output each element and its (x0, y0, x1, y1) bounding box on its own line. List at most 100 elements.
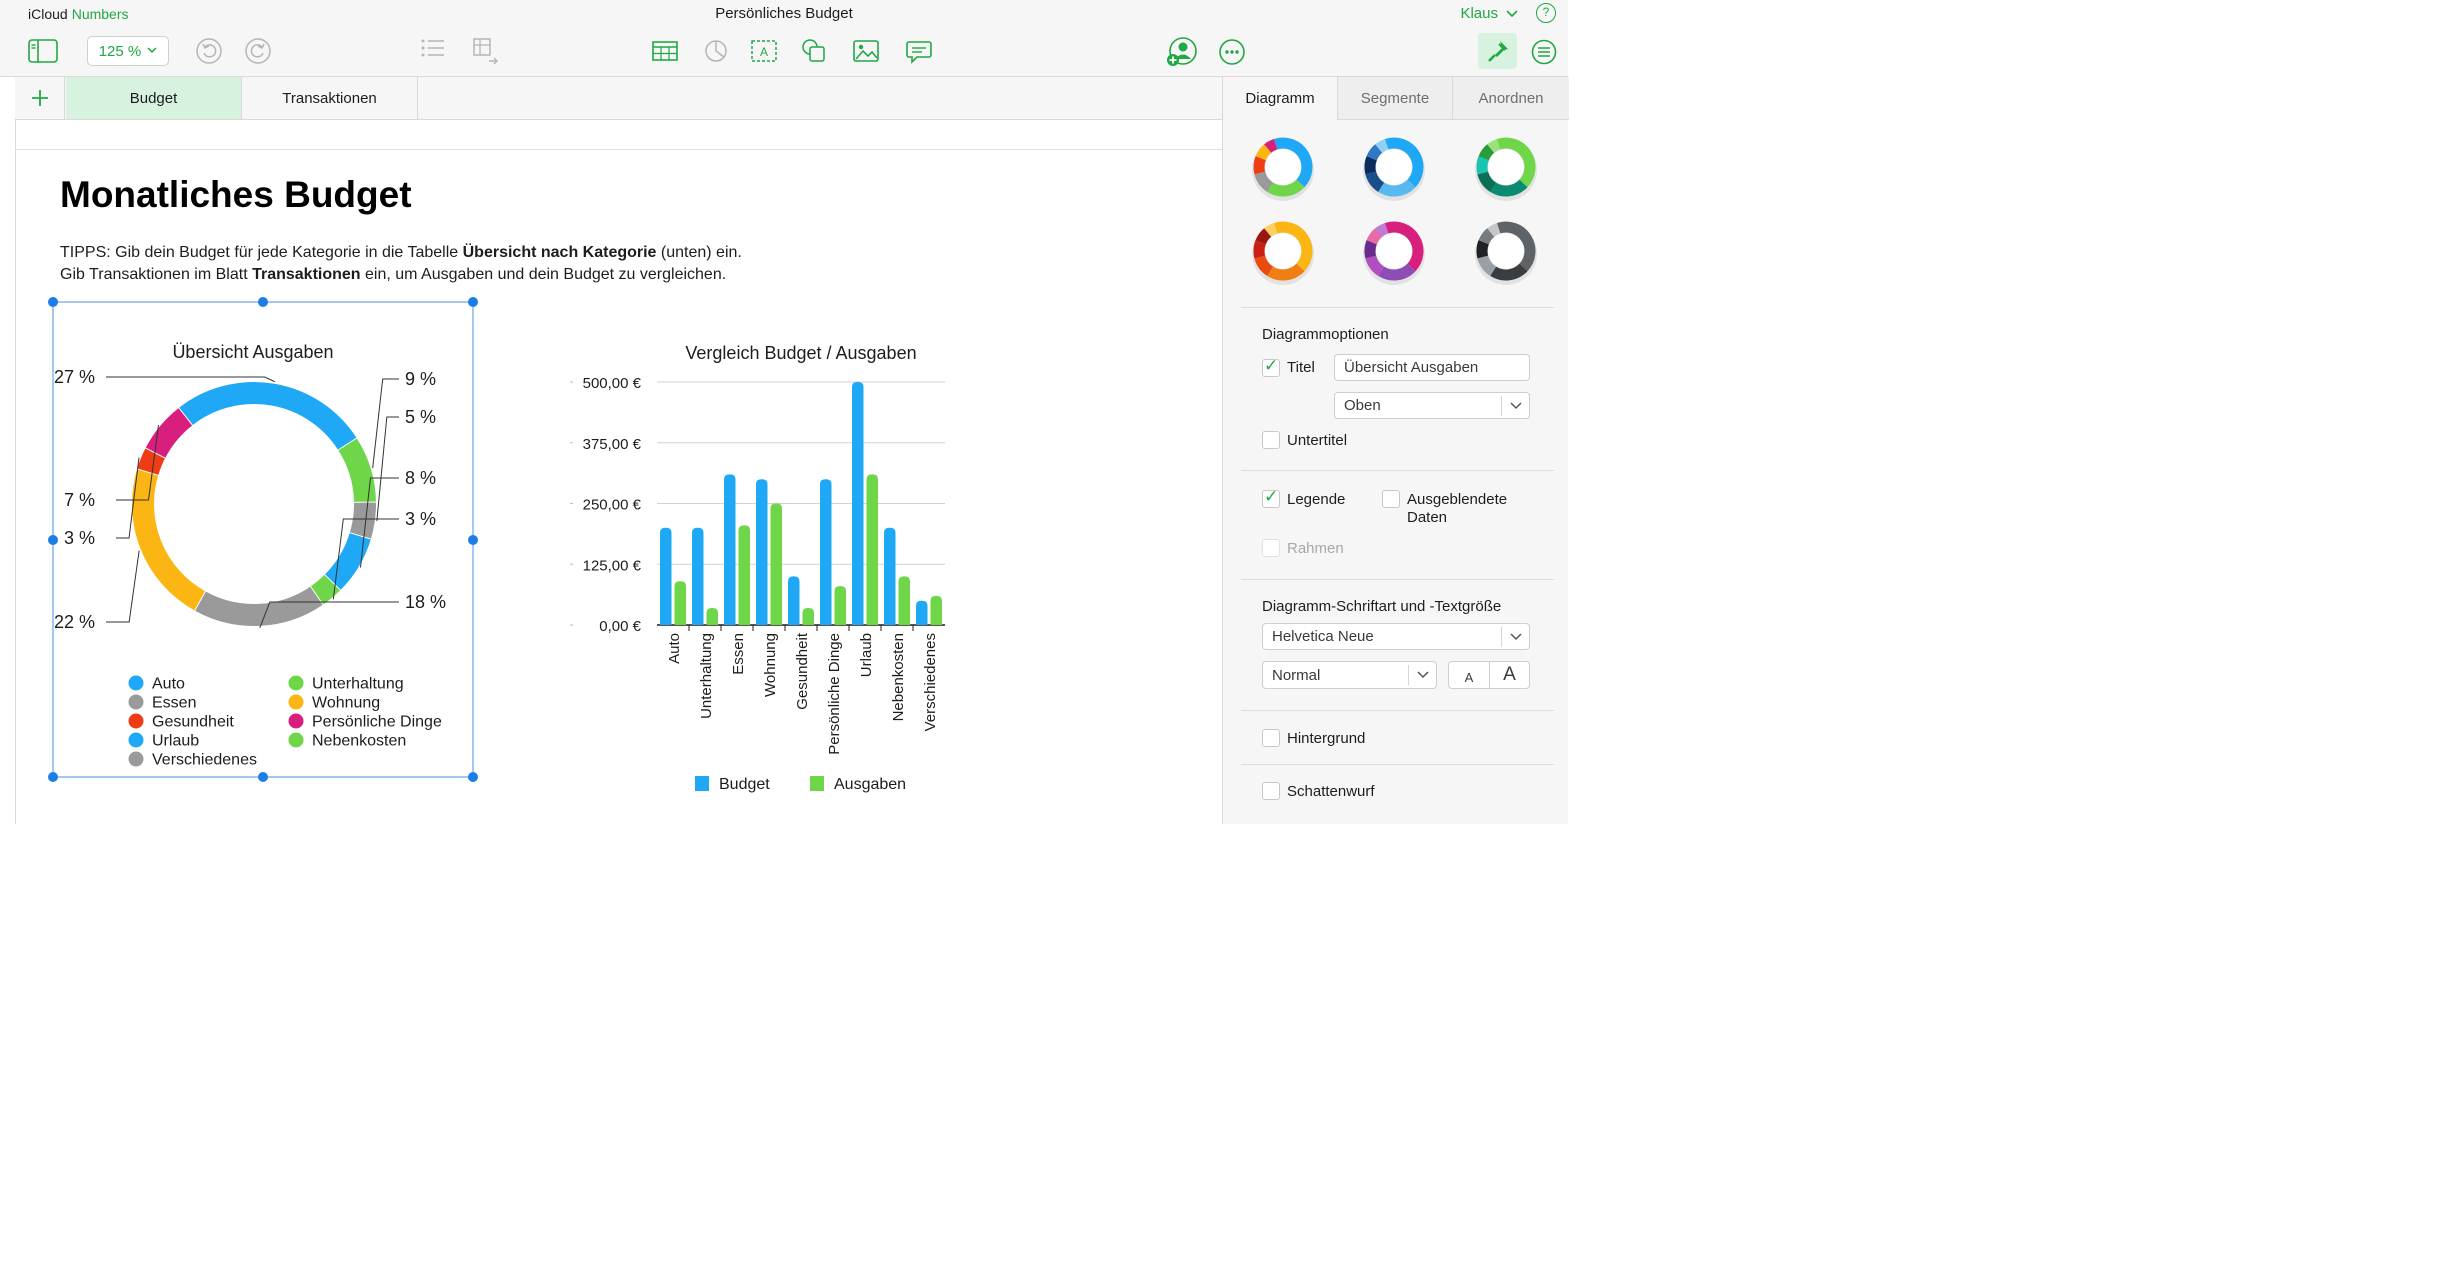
tab-transaktionen[interactable]: Transaktionen (242, 77, 418, 119)
bar-ausgaben[interactable] (898, 576, 911, 625)
help-button[interactable]: ? (1536, 3, 1556, 23)
tab-diagramm[interactable]: Diagramm (1223, 77, 1337, 120)
resize-handle[interactable] (48, 535, 58, 545)
bar-budget[interactable] (724, 474, 736, 625)
pie-chart[interactable]: Übersicht Ausgaben 27 % 9 % 5 % 8 % 3 % 18 % 22… (45, 295, 485, 785)
comment-icon[interactable] (905, 39, 933, 65)
background-label: Hintergrund (1287, 730, 1366, 747)
subtitle-checkbox[interactable] (1262, 431, 1280, 449)
resize-handle[interactable] (48, 297, 58, 307)
separator (1241, 710, 1554, 711)
bar-budget[interactable] (916, 600, 928, 625)
resize-handle[interactable] (468, 297, 478, 307)
table-format-icon[interactable] (472, 37, 500, 65)
redo-icon[interactable] (244, 37, 272, 65)
document-title[interactable]: Persönliches Budget (0, 5, 1568, 22)
hidden-data-checkbox[interactable] (1382, 490, 1400, 508)
border-checkbox[interactable] (1262, 539, 1280, 557)
bar-budget[interactable] (884, 527, 896, 625)
bar-ausgaben[interactable] (706, 607, 719, 625)
undo-icon[interactable] (195, 37, 223, 65)
tip-line-2[interactable]: Gib Transaktionen im Blatt Transaktionen… (60, 266, 726, 284)
pie-slice[interactable] (145, 407, 193, 459)
resize-handle[interactable] (468, 535, 478, 545)
format-icon[interactable] (1478, 33, 1517, 69)
bar-ausgaben[interactable] (834, 586, 847, 625)
resize-handle[interactable] (258, 772, 268, 782)
bar-budget[interactable] (660, 527, 672, 625)
legend-checkbox[interactable]: ✓ (1262, 487, 1280, 508)
pie-slice[interactable] (132, 468, 206, 611)
title-position-select[interactable]: Oben (1334, 392, 1530, 419)
chart-style-option[interactable] (1252, 137, 1314, 201)
pie-slice[interactable] (310, 574, 341, 605)
text-icon[interactable]: A (750, 39, 778, 63)
legend-swatch (288, 694, 304, 710)
tab-segmente[interactable]: Segmente (1337, 77, 1452, 120)
bar-ausgaben[interactable] (738, 525, 751, 625)
bar-ausgaben[interactable] (802, 607, 815, 625)
legend-swatch (810, 776, 824, 791)
bar-ausgaben[interactable] (930, 595, 943, 625)
more-icon[interactable] (1218, 38, 1246, 66)
bar-budget[interactable] (756, 479, 768, 625)
legend-label: Unterhaltung (312, 676, 404, 693)
bar-budget[interactable] (820, 479, 832, 625)
y-tick-label: 250,00 € (583, 497, 642, 514)
pie-callout-line (106, 550, 140, 623)
tip-emphasis: Übersicht nach Kategorie (462, 244, 657, 261)
shape-icon[interactable] (800, 38, 828, 64)
legend-label: Gesundheit (152, 714, 234, 731)
pie-data-label: 18 % (405, 592, 446, 612)
background-checkbox[interactable] (1262, 729, 1280, 747)
zoom-select[interactable]: 125 % (87, 36, 169, 66)
media-icon[interactable] (852, 39, 880, 63)
title-checkbox[interactable]: ✓ (1262, 356, 1280, 377)
border-label: Rahmen (1287, 540, 1344, 557)
bar-budget[interactable] (692, 527, 704, 625)
title-field[interactable]: Übersicht Ausgaben (1334, 354, 1530, 381)
bar-ausgaben[interactable] (674, 581, 687, 625)
chart-style-option[interactable] (1252, 221, 1314, 285)
bar-ausgaben[interactable] (866, 474, 879, 625)
chart-style-option[interactable] (1475, 221, 1537, 285)
list-icon[interactable] (420, 37, 446, 59)
bar-budget[interactable] (788, 576, 800, 625)
hidden-data-label-line: Daten (1407, 509, 1448, 526)
canvas-divider (15, 149, 1222, 150)
chart-style-option[interactable] (1475, 137, 1537, 201)
chart-icon[interactable] (703, 38, 729, 64)
resize-handle[interactable] (468, 772, 478, 782)
separator (1241, 764, 1554, 765)
chart-style-grid[interactable] (1223, 120, 1569, 300)
chart-style-option[interactable] (1363, 221, 1425, 285)
font-family-select[interactable]: Helvetica Neue (1262, 623, 1530, 650)
bar-budget[interactable] (852, 382, 864, 625)
resize-handle[interactable] (48, 772, 58, 782)
table-icon[interactable] (651, 39, 679, 63)
tab-budget[interactable]: Budget (66, 77, 242, 119)
user-menu[interactable]: Klaus (1460, 5, 1518, 22)
bar-ausgaben[interactable] (770, 503, 783, 626)
chart-style-option[interactable] (1363, 137, 1425, 201)
sidebar-icon[interactable] (27, 37, 59, 65)
tip-line-1[interactable]: TIPPS: Gib dein Budget für jede Kategori… (60, 244, 742, 262)
font-style-select[interactable]: Normal (1262, 661, 1437, 689)
collaborate-icon[interactable] (1166, 36, 1198, 68)
font-larger-button[interactable]: A (1489, 661, 1530, 689)
pie-title: Übersicht Ausgaben (172, 342, 333, 362)
tip-text: Gib Transaktionen im Blatt (60, 266, 253, 283)
page-title[interactable]: Monatliches Budget (60, 174, 412, 216)
shadow-checkbox[interactable] (1262, 782, 1280, 800)
pie-slice[interactable] (337, 438, 376, 503)
font-smaller-button[interactable]: A (1448, 661, 1490, 689)
organize-icon[interactable] (1530, 38, 1558, 66)
pie-slice[interactable] (194, 586, 324, 626)
tab-anordnen[interactable]: Anordnen (1452, 77, 1569, 120)
pie-slice[interactable] (178, 382, 357, 451)
resize-handle[interactable] (258, 297, 268, 307)
legend-swatch (288, 713, 304, 729)
bar-chart[interactable]: Vergleich Budget / Ausgaben 0,00 € 125,00 … (560, 335, 960, 800)
add-sheet-button[interactable] (15, 77, 65, 119)
pie-data-label: 7 % (64, 490, 95, 510)
